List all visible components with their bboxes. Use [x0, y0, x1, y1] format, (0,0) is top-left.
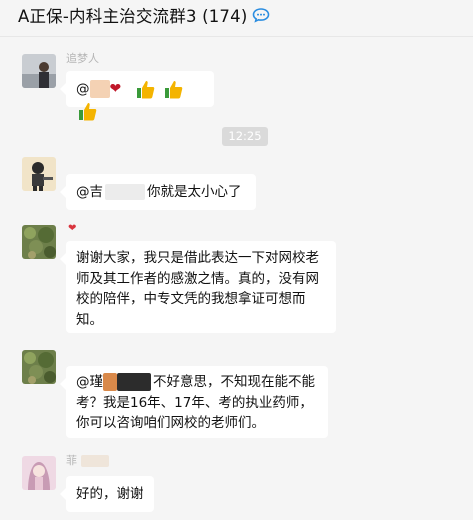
heart-icon: ❤ — [68, 223, 77, 234]
message-bubble[interactable]: @瑾 不好意思，不知现在能不能 考？我是16年、17年、考的执业药师， 你可以咨询… — [60, 366, 328, 438]
avatar[interactable] — [22, 350, 56, 384]
thumbs-up-icon — [165, 81, 183, 99]
message-bubble[interactable]: 好的，谢谢 — [60, 476, 154, 512]
message-bubble[interactable]: @ ❤ — [60, 71, 214, 121]
sender-name: 追梦人 — [66, 52, 99, 65]
redacted-name — [103, 373, 117, 391]
time-divider: 12:25 — [222, 127, 268, 146]
thumbs-up-icon — [79, 103, 97, 121]
message-text: 好的，谢谢 — [76, 486, 144, 502]
chat-header: A正保-内科主治交流群3 (174) — [0, 0, 473, 30]
avatar[interactable] — [22, 225, 56, 259]
chat-bubble-icon[interactable] — [252, 7, 270, 23]
redacted-name — [117, 373, 151, 391]
heart-icon: ❤ — [109, 80, 122, 97]
message-text: 考？我是16年、17年、考的执业药师， — [76, 394, 313, 411]
redacted-name — [105, 184, 145, 200]
redacted-name — [80, 455, 109, 467]
message-text: 不好意思，不知现在能不能 — [153, 374, 315, 390]
avatar[interactable] — [22, 456, 56, 490]
header-divider — [0, 36, 473, 37]
thumbs-up-icon — [136, 81, 155, 99]
message-text: 你就是太小心了 — [147, 184, 242, 200]
mention-text: @瑾 — [76, 374, 103, 390]
message-text: 谢谢大家，我只是借此表达一下对网校老师及其工作者的感激之情。真的，没有网校的陪伴… — [76, 250, 319, 328]
chat-title: A正保-内科主治交流群3 (174) — [18, 7, 248, 26]
message-bubble[interactable]: 谢谢大家，我只是借此表达一下对网校老师及其工作者的感激之情。真的，没有网校的陪伴… — [60, 241, 336, 333]
redacted-name — [89, 80, 110, 98]
avatar[interactable] — [22, 54, 56, 88]
avatar[interactable] — [22, 157, 56, 191]
message-text: 你可以咨询咱们网校的老师们。 — [76, 415, 265, 431]
sender-name: ❤ — [66, 221, 76, 234]
mention-text: @吉 — [76, 184, 103, 200]
mention-text: @ — [76, 81, 90, 97]
sender-name: 菲 — [66, 452, 109, 468]
message-bubble[interactable]: @吉 你就是太小心了 — [60, 174, 256, 210]
